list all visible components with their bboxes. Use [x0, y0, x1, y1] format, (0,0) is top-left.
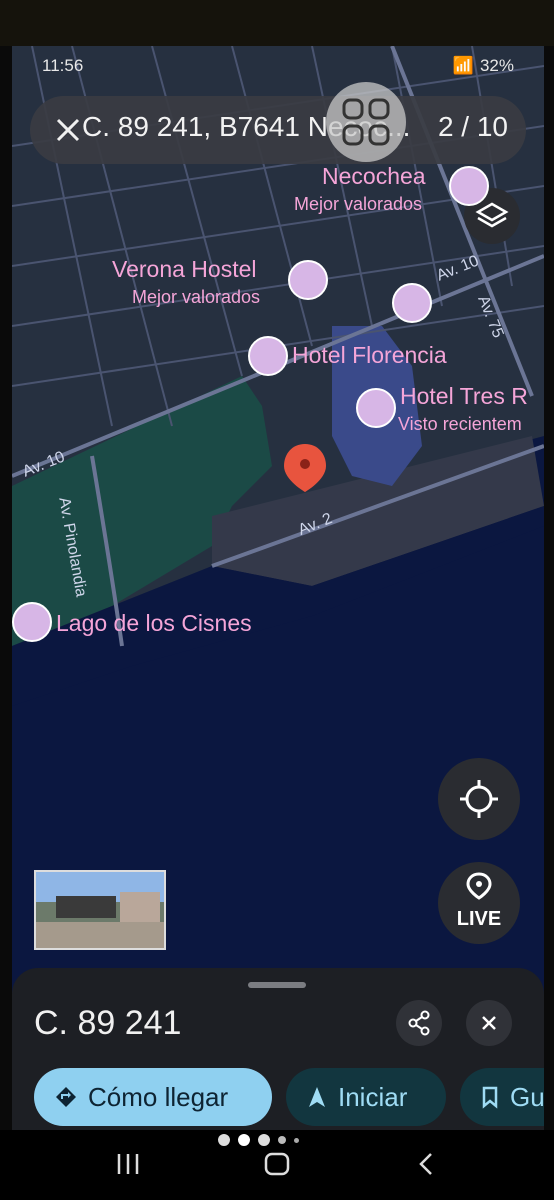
hotel-pin-icon[interactable]	[392, 283, 432, 323]
start-label: Iniciar	[338, 1081, 408, 1112]
hotel-pin-icon[interactable]	[248, 336, 288, 376]
hotel-pin-icon[interactable]	[288, 260, 328, 300]
poi-necochea-subtitle: Mejor valorados	[294, 194, 423, 214]
start-button[interactable]: Iniciar	[286, 1068, 446, 1126]
poi-tres-r-label[interactable]: Hotel Tres R	[400, 383, 528, 410]
directions-icon	[56, 1087, 76, 1107]
navigation-arrow-icon	[309, 1087, 325, 1107]
status-time: 11:56	[42, 56, 84, 75]
share-icon	[408, 1010, 430, 1036]
result-counter: 2 / 10	[437, 111, 508, 142]
save-button[interactable]: Gu	[460, 1068, 544, 1126]
battery-level: 32%	[479, 56, 514, 75]
save-label: Gu	[510, 1081, 544, 1112]
poi-tres-r-subtitle: Visto recientem	[398, 414, 522, 434]
back-icon[interactable]	[416, 1152, 436, 1176]
multi-window-icon[interactable]	[326, 82, 406, 162]
page-indicator	[218, 1134, 299, 1146]
hotel-pin-icon[interactable]	[356, 388, 396, 428]
street-view-thumbnail[interactable]	[34, 870, 166, 950]
close-sheet-button[interactable]	[466, 1000, 512, 1046]
crosshair-icon	[460, 780, 498, 818]
poi-lago-label[interactable]: Lago de los Cisnes	[56, 610, 252, 637]
place-title: C. 89 241	[34, 1004, 182, 1042]
live-icon	[466, 872, 492, 900]
camera-pin-icon[interactable]	[12, 602, 52, 642]
status-icons: 📶 32%	[453, 56, 514, 76]
poi-florencia-label[interactable]: Hotel Florencia	[292, 342, 447, 369]
directions-label: Cómo llegar	[88, 1081, 229, 1112]
top-bezel	[0, 0, 554, 46]
my-location-button[interactable]	[438, 758, 520, 840]
poi-verona-label[interactable]: Verona Hostel	[112, 256, 256, 283]
search-bar[interactable]: C. 89 241, B7641 Necoc... 2 / 10	[30, 96, 526, 164]
live-label: LIVE	[456, 908, 502, 930]
live-view-button[interactable]: LIVE	[438, 862, 520, 944]
poi-verona-subtitle: Mejor valorados	[132, 287, 261, 307]
drag-handle[interactable]	[248, 982, 306, 988]
phone-screen: 11:56 📶 32% C. 89 241, B7641 Necoc... 2 …	[12, 46, 544, 1130]
share-button[interactable]	[396, 1000, 442, 1046]
recent-apps-icon[interactable]	[114, 1152, 142, 1176]
hotel-pin-icon[interactable]	[449, 166, 489, 206]
home-icon[interactable]	[264, 1152, 290, 1176]
close-icon	[482, 1016, 496, 1030]
system-navigation-bar	[0, 1130, 554, 1200]
poi-necochea-label[interactable]: Necochea	[322, 163, 426, 190]
directions-button[interactable]: Cómo llegar	[34, 1068, 272, 1126]
wifi-icon: 📶	[452, 56, 474, 75]
place-sheet[interactable]: C. 89 241 Cómo llegar Iniciar Gu	[12, 968, 544, 1130]
bookmark-icon	[482, 1086, 498, 1109]
close-icon[interactable]	[52, 114, 84, 146]
